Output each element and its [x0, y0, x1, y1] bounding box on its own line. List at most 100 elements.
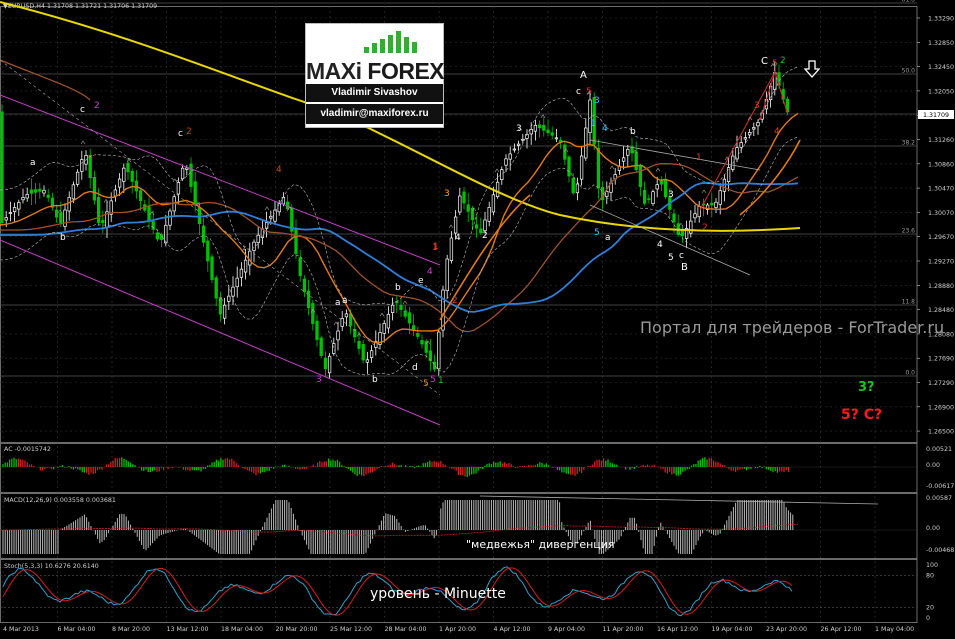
candle-body: [281, 197, 286, 205]
chart-window: 61.8 50.0 38.2 23.6 11.8 0.0 1.33290 1.32850 1.3…: [0, 0, 955, 635]
candle-body: [369, 350, 374, 358]
date-label: 4 Apr 12:00: [494, 626, 531, 633]
wave-label: 2: [94, 101, 100, 111]
candle-body: [294, 228, 298, 255]
wave-label: 1: [432, 243, 438, 253]
candle-body: [151, 221, 155, 230]
candle-body: [117, 178, 122, 188]
fib-label: 11.8: [902, 299, 916, 306]
candle-body: [554, 137, 559, 140]
candle-body: [38, 188, 42, 192]
date-label: 20 Mar 20:00: [276, 626, 318, 633]
wave-label: a: [342, 296, 348, 306]
candle-body: [542, 124, 546, 131]
wave-label: 3: [316, 375, 322, 385]
logo-email: vladimir@maxiforex.ru: [306, 104, 443, 124]
candle-body: [361, 344, 365, 361]
wave-label: c: [576, 87, 581, 97]
candle-body: [663, 179, 668, 198]
ac-axis-label: 0.00521: [926, 446, 952, 453]
candle-body: [71, 184, 76, 200]
candle-body: [138, 190, 143, 202]
wave-label: B: [681, 262, 688, 273]
candle-body: [403, 310, 407, 317]
date-label: 1 Apr 20:00: [439, 626, 476, 633]
candle-body: [550, 132, 554, 136]
price-label: 1.28480: [928, 307, 954, 314]
wave-label: 2: [452, 296, 458, 306]
candle-body: [42, 189, 46, 194]
candle-body: [466, 204, 470, 212]
wave-label: 2: [780, 56, 786, 66]
candle-body: [579, 155, 584, 180]
candle-body: [521, 138, 525, 141]
candle-body: [747, 132, 752, 136]
price-label: 1.29270: [928, 259, 954, 266]
wave-label: a: [605, 233, 611, 243]
candle-body: [176, 182, 181, 195]
fib-label: 50.0: [902, 68, 916, 75]
candle-body: [735, 147, 739, 160]
price-label: 1.27290: [928, 380, 954, 387]
candle-body: [693, 213, 697, 219]
candle-body: [487, 207, 491, 222]
candle-body: [210, 256, 214, 280]
date-label: 13 Mar 12:00: [167, 626, 209, 633]
candle-body: [235, 277, 239, 288]
wave-label: 5: [423, 379, 429, 389]
candle-body: [306, 290, 311, 309]
candle-body: [113, 189, 118, 197]
candle-body: [726, 167, 731, 183]
candle-body: [214, 277, 218, 299]
candle-body: [365, 359, 370, 363]
wave-label-red: 5? C?: [841, 407, 883, 423]
wave-label-green: 3?: [858, 380, 875, 395]
candle-body: [67, 197, 71, 212]
wave-label: c: [178, 129, 183, 139]
candle-body: [147, 206, 151, 221]
candle-body: [710, 202, 714, 206]
wave-label: c: [80, 105, 85, 115]
wave-label: A: [580, 70, 587, 81]
candle-body: [193, 181, 197, 206]
candle-body: [201, 225, 206, 243]
candle-body: [672, 213, 676, 223]
candle-body: [462, 191, 466, 204]
wave-label: 4: [276, 165, 282, 175]
candle-body: [239, 268, 244, 278]
candle-body: [432, 361, 437, 370]
candle-body: [584, 127, 588, 159]
candle-body: [336, 330, 340, 341]
candle-body: [315, 320, 319, 340]
date-label: 16 Apr 12:00: [657, 626, 698, 633]
candle-body: [571, 177, 575, 194]
date-label: 1 May 04:00: [875, 626, 914, 633]
candle-body: [122, 167, 126, 182]
candle-body: [46, 194, 50, 198]
candle-body: [508, 153, 512, 160]
candle-body: [298, 257, 302, 277]
stoch-axis-label: 80: [926, 573, 934, 580]
logo-bars-icon: [364, 31, 424, 53]
price-label: 1.26500: [928, 429, 954, 436]
candle-body: [474, 224, 479, 229]
price-label: 1.26900: [928, 404, 954, 411]
ac-label: AC -0.0015742: [4, 446, 51, 453]
candle-body: [302, 278, 307, 293]
wave-label: 2: [482, 231, 488, 241]
candle-body: [483, 219, 487, 232]
price-label: 1.32450: [928, 64, 954, 71]
macd-label: MACD(12,26,9) 0.003558 0.003681: [4, 497, 116, 504]
candle-body: [491, 194, 496, 213]
candle-body: [655, 184, 659, 190]
candle-body: [33, 189, 38, 193]
candle-body: [739, 142, 743, 148]
date-label: 6 Mar 04:00: [58, 626, 96, 633]
wave-level-label: уровень - Minuette: [370, 586, 506, 602]
stoch-axis-label: 0: [926, 615, 930, 622]
candle-body: [382, 323, 386, 334]
wave-label: 1: [438, 376, 444, 386]
wave-label: a: [335, 298, 341, 308]
watermark-text: Портал для трейдеров - ForTrader.ru: [640, 318, 945, 337]
date-label: 4 Mar 2013: [3, 626, 39, 633]
